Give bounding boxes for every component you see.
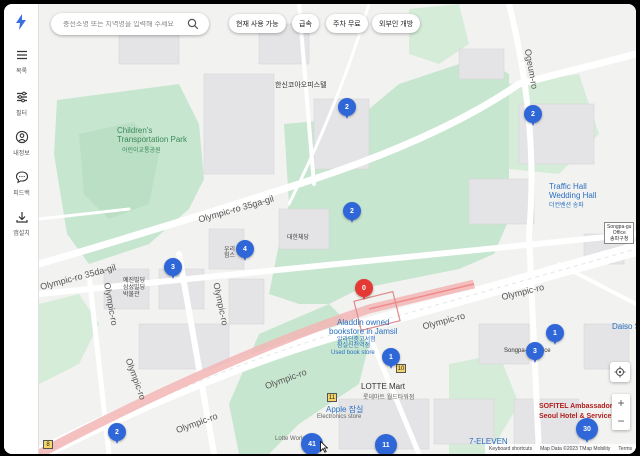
crosshair-icon: [614, 366, 626, 378]
label-songpa-office-sign: Songpa-gu Office 송파구청: [604, 222, 635, 244]
filter-chip-public-access[interactable]: 외부인 개방: [372, 14, 421, 33]
charger-marker[interactable]: 2: [524, 105, 542, 127]
keyboard-shortcuts-link[interactable]: Keyboard shortcuts: [489, 446, 532, 452]
label-yepjin: 예진빌딩 삼성빌딩 박물관: [123, 278, 146, 298]
label-traffic-hall-kr: 더컨벤션 송파: [549, 203, 584, 209]
search-icon[interactable]: [187, 18, 199, 30]
map-data-text: Map Data ©2023 TMap Mobility: [540, 446, 611, 452]
label-aladdin-kr: 알라딘중고서점 잠실신천역점: [337, 337, 376, 349]
terms-link[interactable]: Terms: [618, 446, 632, 452]
filter-chip-available-now[interactable]: 현재 사용 가능: [229, 14, 286, 33]
label-apple-sub: Electronics store: [317, 414, 362, 420]
chat-icon: [15, 171, 28, 184]
download-icon: [15, 212, 28, 223]
lightning-logo-icon[interactable]: [11, 12, 31, 32]
filter-chip-fast-charge[interactable]: 급속: [292, 14, 319, 33]
mouse-cursor-icon: [320, 441, 328, 453]
charger-marker[interactable]: 2: [338, 98, 356, 120]
charger-marker[interactable]: 3: [164, 258, 182, 280]
sidebar-item-myinfo[interactable]: 내정보: [4, 128, 39, 162]
filter-icon: [16, 91, 27, 103]
sidebar-item-label: 피드백: [13, 191, 30, 197]
search-bar: [51, 13, 209, 35]
filter-chip-free-parking[interactable]: 주차 무료: [326, 14, 368, 33]
label-woori: 우리 힘스: [224, 247, 236, 259]
charger-marker[interactable]: 30: [576, 418, 598, 444]
sidebar-item-feedback[interactable]: 피드백: [4, 168, 39, 202]
label-lotte-mart-kr: 롯데마트 월드타워점: [363, 395, 415, 401]
label-used-book: Used book store: [331, 350, 375, 356]
search-input[interactable]: [63, 20, 183, 28]
map-canvas[interactable]: Children's Transportation Park 어린이교통공원 한…: [39, 4, 636, 454]
user-icon: [15, 130, 28, 144]
menu-icon: [16, 50, 27, 60]
label-daiso: Daiso Se: [612, 322, 636, 331]
charger-marker[interactable]: 4: [236, 240, 254, 262]
charger-marker[interactable]: 3: [526, 342, 544, 364]
label-hanshin-apt: 한신코아오피스텔: [275, 82, 327, 89]
my-location-button[interactable]: [610, 362, 630, 382]
zoom-out-button[interactable]: −: [617, 412, 624, 430]
zoom-in-button[interactable]: +: [617, 394, 624, 412]
subway-exit-8: 8: [43, 440, 53, 449]
sidebar: 목록 필터 내정보 피드백 앱설치: [4, 4, 39, 454]
app-frame: 목록 필터 내정보 피드백 앱설치 Children's Transportat…: [4, 4, 636, 454]
label-traffic-hall: Traffic Hall Wedding Hall: [549, 182, 597, 200]
charger-marker[interactable]: 2: [343, 202, 361, 224]
charger-marker[interactable]: 2: [108, 423, 126, 445]
label-childrens-park: Children's Transportation Park: [117, 126, 187, 144]
map-base-layer: [39, 4, 636, 454]
sidebar-item-label: 앱설치: [13, 231, 30, 237]
label-childrens-park-kr: 어린이교통공원: [122, 148, 161, 154]
label-daehan: 대한체당: [287, 235, 310, 241]
sidebar-item-label: 목록: [15, 69, 28, 75]
map-attribution: Keyboard shortcuts Map Data ©2023 TMap M…: [484, 444, 636, 454]
charger-marker-unavailable[interactable]: 0: [355, 279, 373, 301]
subway-exit-11: 11: [327, 393, 337, 402]
charger-marker[interactable]: 1: [546, 324, 564, 346]
label-aladdin: Aladdin owned bookstore in Jamsil: [329, 318, 398, 336]
sidebar-item-label: 필터: [15, 111, 28, 117]
charger-marker[interactable]: 11: [375, 434, 397, 454]
label-lotte-mart: LOTTE Mart: [361, 382, 406, 391]
sidebar-item-install-app[interactable]: 앱설치: [4, 208, 39, 242]
sidebar-item-label: 내정보: [13, 151, 30, 157]
sidebar-item-filter[interactable]: 필터: [4, 88, 39, 122]
charger-marker[interactable]: 1: [382, 348, 400, 370]
zoom-controls: + −: [612, 394, 630, 430]
sidebar-item-list[interactable]: 목록: [4, 46, 39, 80]
